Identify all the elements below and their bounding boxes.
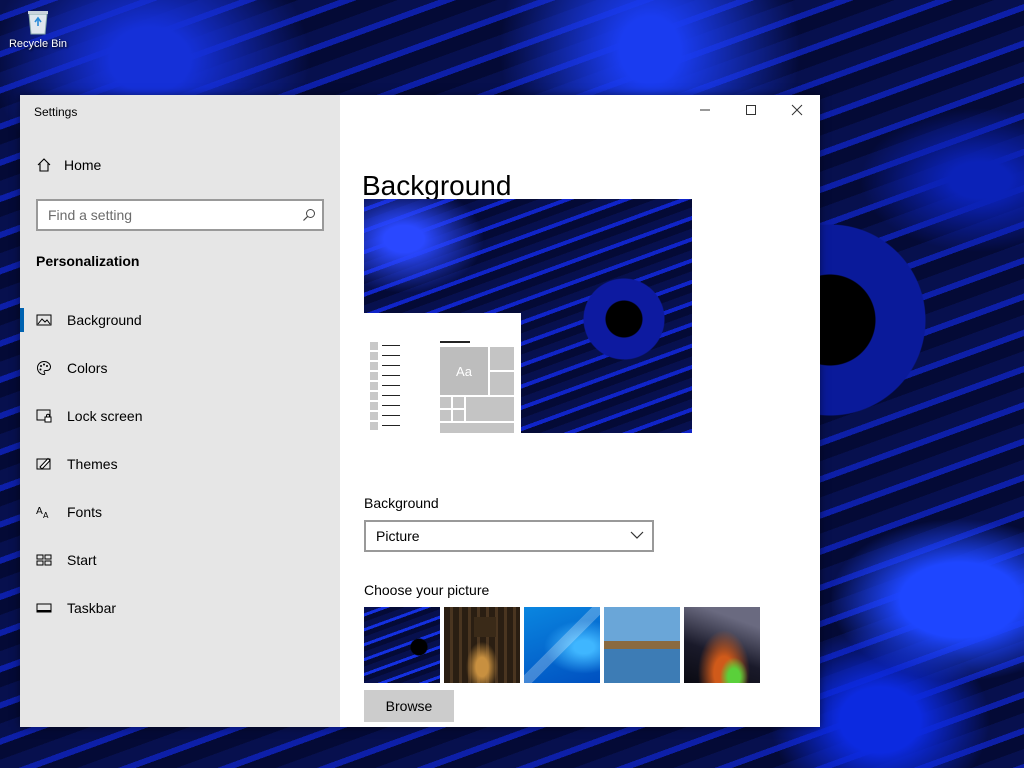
picture-thumbnail-5[interactable] bbox=[684, 607, 760, 683]
fonts-icon: A A bbox=[36, 506, 49, 520]
picture-thumbnail-3[interactable] bbox=[524, 607, 600, 683]
nav-item-lock-screen[interactable]: Lock screen bbox=[20, 392, 340, 440]
search-icon[interactable] bbox=[302, 208, 316, 222]
nav-list: Background Colors Lock screen Themes A A… bbox=[20, 296, 340, 632]
background-preview: Aa bbox=[364, 199, 692, 433]
nav-item-label: Start bbox=[67, 552, 97, 568]
start-icon bbox=[36, 554, 52, 566]
choose-picture-label: Choose your picture bbox=[364, 582, 490, 598]
nav-item-label: Themes bbox=[67, 456, 118, 472]
nav-item-background[interactable]: Background bbox=[20, 296, 340, 344]
picture-thumbnail-1[interactable] bbox=[364, 607, 440, 683]
picture-thumbnail-2[interactable] bbox=[444, 607, 520, 683]
background-type-dropdown[interactable]: Picture bbox=[364, 520, 654, 552]
content-pane: Background Aa Background Picture Choose … bbox=[340, 95, 820, 727]
nav-pane: Settings Home Personalization Background bbox=[20, 95, 340, 727]
taskbar-icon bbox=[36, 603, 52, 613]
themes-icon bbox=[36, 457, 51, 470]
nav-item-label: Fonts bbox=[67, 504, 103, 520]
nav-item-label: Background bbox=[67, 312, 142, 328]
preview-start-panel: Aa bbox=[364, 313, 521, 433]
browse-button[interactable]: Browse bbox=[364, 690, 454, 722]
lock-screen-icon bbox=[36, 409, 52, 423]
preview-tile-text: Aa bbox=[440, 347, 488, 395]
nav-item-label: Lock screen bbox=[67, 408, 143, 424]
search-input[interactable] bbox=[38, 201, 298, 229]
search-box bbox=[36, 199, 324, 231]
dropdown-value: Picture bbox=[376, 528, 420, 544]
home-label: Home bbox=[64, 157, 102, 173]
picture-thumbnails bbox=[364, 607, 760, 683]
recycle-bin-icon bbox=[28, 11, 48, 35]
app-title: Settings bbox=[34, 105, 78, 119]
picture-thumbnail-4[interactable] bbox=[604, 607, 680, 683]
nav-item-fonts[interactable]: A A Fonts bbox=[20, 488, 340, 536]
nav-item-label: Taskbar bbox=[67, 600, 117, 616]
palette-icon bbox=[37, 360, 52, 376]
home-icon bbox=[37, 158, 51, 172]
nav-item-colors[interactable]: Colors bbox=[20, 344, 340, 392]
preview-app-list bbox=[370, 341, 400, 431]
chevron-down-icon bbox=[630, 531, 644, 539]
svg-text:A: A bbox=[36, 506, 43, 517]
nav-item-taskbar[interactable]: Taskbar bbox=[20, 584, 340, 632]
nav-item-start[interactable]: Start bbox=[20, 536, 340, 584]
preview-tiles: Aa bbox=[440, 347, 514, 433]
svg-text:A: A bbox=[43, 511, 49, 520]
picture-icon bbox=[36, 314, 52, 326]
recycle-bin-label: Recycle Bin bbox=[8, 38, 68, 50]
background-type-label: Background bbox=[364, 495, 439, 511]
nav-item-themes[interactable]: Themes bbox=[20, 440, 340, 488]
section-title: Personalization bbox=[36, 253, 140, 269]
settings-window: Settings Home Personalization Background bbox=[20, 95, 820, 727]
recycle-bin-shortcut[interactable]: Recycle Bin bbox=[6, 8, 70, 50]
nav-item-label: Colors bbox=[67, 360, 108, 376]
page-title: Background bbox=[362, 169, 512, 201]
home-nav-item[interactable]: Home bbox=[36, 157, 101, 173]
